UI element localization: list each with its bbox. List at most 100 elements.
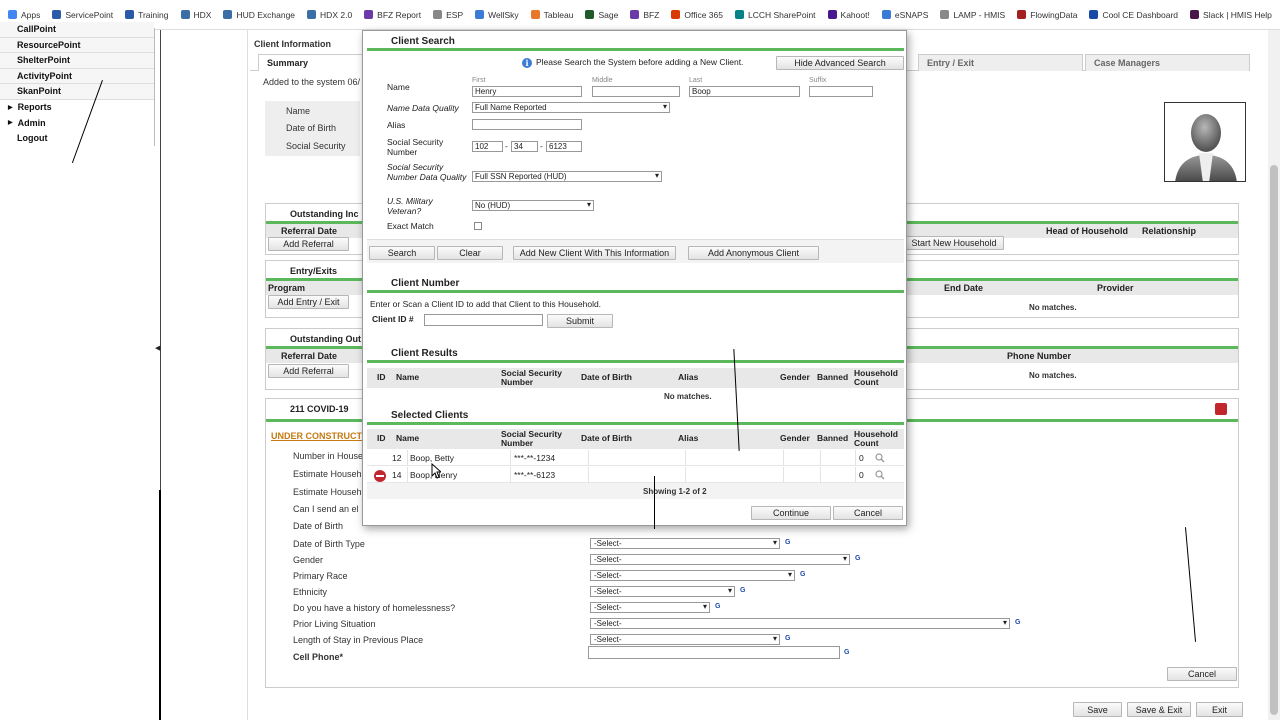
bookmark-item[interactable]: ServicePoint [52, 10, 113, 20]
assessment-select[interactable]: -Select- [590, 602, 710, 613]
search-info: i Please Search the System before adding … [522, 57, 743, 68]
add-entry-exit-button[interactable]: Add Entry / Exit [268, 295, 349, 309]
collapse-nav-icon[interactable]: ◀ [155, 344, 160, 352]
bookmark-item[interactable]: Sage [585, 10, 618, 20]
assessment-select[interactable]: -Select- [590, 618, 1010, 629]
scrollbar-thumb[interactable] [1270, 165, 1278, 715]
hide-advanced-search-button[interactable]: Hide Advanced Search [776, 56, 904, 70]
col-program: Program [268, 283, 306, 293]
g-marker-icon[interactable]: G [855, 555, 860, 562]
cell-name[interactable]: Boop, Betty [410, 453, 454, 463]
nav-item-activitypoint[interactable]: ActivityPoint [0, 68, 154, 84]
bookmark-label: BFZ Report [377, 9, 422, 20]
search-button[interactable]: Search [369, 246, 435, 260]
nav-item-skanpoint[interactable]: SkanPoint [0, 84, 154, 100]
middle-name-input[interactable] [592, 86, 680, 97]
servicepoint-icon [52, 10, 62, 19]
magnifier-icon[interactable] [875, 453, 885, 463]
assessment-select[interactable]: -Select- [590, 634, 780, 645]
tab-entry-exit[interactable]: Entry / Exit [918, 54, 1083, 71]
slack-icon [1190, 10, 1200, 19]
bookmark-item[interactable]: FlowingData [1017, 10, 1077, 20]
selected-client-row[interactable]: 12 Boop, Betty ***-**-1234 0 [367, 450, 904, 466]
nav-item-callpoint[interactable]: CallPoint [0, 22, 154, 38]
save-exit-button[interactable]: Save & Exit [1127, 702, 1191, 717]
assessment-select[interactable]: -Select- [590, 586, 735, 597]
assessment-select[interactable]: -Select- [590, 538, 780, 549]
g-marker-icon[interactable]: G [740, 587, 745, 594]
bookmark-item[interactable]: Kahoot! [827, 10, 870, 20]
first-name-input[interactable]: Henry [472, 86, 582, 97]
bookmark-item[interactable]: Apps [8, 10, 40, 20]
tab-case-managers[interactable]: Case Managers [1085, 54, 1250, 71]
esnaps-icon [881, 10, 891, 19]
alias-input[interactable] [472, 119, 582, 130]
g-marker-icon[interactable]: G [785, 635, 790, 642]
nav-item-admin[interactable]: ▶ Admin [0, 115, 154, 131]
add-new-client-button[interactable]: Add New Client With This Information [513, 246, 676, 260]
remove-client-icon[interactable] [374, 470, 386, 482]
bookmark-item[interactable]: Slack | HMIS Help [1190, 10, 1272, 20]
name-quality-select[interactable]: Full Name Reported [472, 102, 670, 113]
bookmark-item[interactable]: ESP [433, 10, 463, 20]
exact-match-checkbox[interactable] [474, 222, 482, 230]
bookmark-item[interactable]: eSNAPS [881, 10, 928, 20]
page-scrollbar[interactable] [1268, 30, 1280, 720]
bookmark-item[interactable]: Training [125, 10, 169, 20]
continue-button[interactable]: Continue [751, 506, 831, 520]
selected-client-row[interactable]: 14 Boop, Henry ***-**-6123 0 [367, 467, 904, 483]
veteran-select[interactable]: No (HUD) [472, 200, 594, 211]
ssn-part3-input[interactable]: 6123 [546, 141, 582, 152]
ssn-quality-select[interactable]: Full SSN Reported (HUD) [472, 171, 662, 182]
col-name: Name [396, 372, 420, 382]
magnifier-icon[interactable] [875, 470, 885, 480]
nav-item-logout[interactable]: Logout [0, 130, 154, 146]
modal-cancel-button[interactable]: Cancel [833, 506, 903, 520]
add-referral-outgoing-button[interactable]: Add Referral [268, 364, 349, 378]
annotation-line [159, 490, 161, 720]
assessment-field-label: Number in House [293, 451, 364, 461]
submit-client-id-button[interactable]: Submit [547, 314, 613, 328]
nav-item-shelterpoint[interactable]: ShelterPoint [0, 53, 154, 69]
info-icon: i [522, 57, 532, 68]
assessment-cancel-button[interactable]: Cancel [1167, 667, 1237, 681]
under-construction-link[interactable]: UNDER CONSTRUCT [271, 431, 362, 441]
bookmark-item[interactable]: Office 365 [671, 10, 723, 20]
bookmark-item[interactable]: BFZ [630, 10, 659, 20]
assessment-select[interactable]: -Select- [590, 554, 850, 565]
add-anonymous-client-button[interactable]: Add Anonymous Client [688, 246, 819, 260]
nav-item-label: Admin [17, 117, 46, 128]
g-marker-icon[interactable]: G [715, 603, 720, 610]
bookmark-item[interactable]: LCCH SharePoint [734, 10, 816, 20]
save-button[interactable]: Save [1073, 702, 1122, 717]
bookmark-item[interactable]: WellSky [475, 10, 519, 20]
cell-divider [820, 450, 821, 466]
assessment-select[interactable]: -Select- [590, 570, 795, 581]
clear-button[interactable]: Clear [437, 246, 503, 260]
client-avatar[interactable] [1164, 102, 1246, 182]
g-marker-icon[interactable]: G [800, 571, 805, 578]
exit-button[interactable]: Exit [1196, 702, 1243, 717]
tab-summary[interactable]: Summary [258, 54, 370, 71]
bookmark-item[interactable]: HDX 2.0 [307, 10, 352, 20]
g-marker-icon[interactable]: G [1015, 619, 1020, 626]
ssn-part1-input[interactable]: 102 [472, 141, 503, 152]
ssn-part2-input[interactable]: 34 [511, 141, 538, 152]
add-referral-button[interactable]: Add Referral [268, 237, 349, 251]
bookmark-item[interactable]: LAMP - HMIS [940, 10, 1005, 20]
nav-item-resourcepoint[interactable]: ResourcePoint [0, 37, 154, 53]
cell-phone-input[interactable] [588, 646, 840, 659]
g-marker-icon[interactable]: G [785, 539, 790, 546]
start-new-household-button[interactable]: Start New Household [904, 236, 1004, 250]
suffix-input[interactable] [809, 86, 873, 97]
bookmark-item[interactable]: HUD Exchange [223, 10, 295, 20]
last-name-input[interactable]: Boop [689, 86, 800, 97]
lock-icon[interactable] [1215, 403, 1227, 415]
nav-item-reports[interactable]: ▶ Reports [0, 99, 154, 115]
client-id-input[interactable] [424, 314, 543, 326]
g-marker-icon[interactable]: G [844, 649, 849, 656]
bookmark-item[interactable]: BFZ Report [364, 10, 421, 20]
bookmark-item[interactable]: Cool CE Dashboard [1089, 10, 1178, 20]
bookmark-item[interactable]: HDX [180, 10, 211, 20]
bookmark-item[interactable]: Tableau [530, 10, 573, 20]
